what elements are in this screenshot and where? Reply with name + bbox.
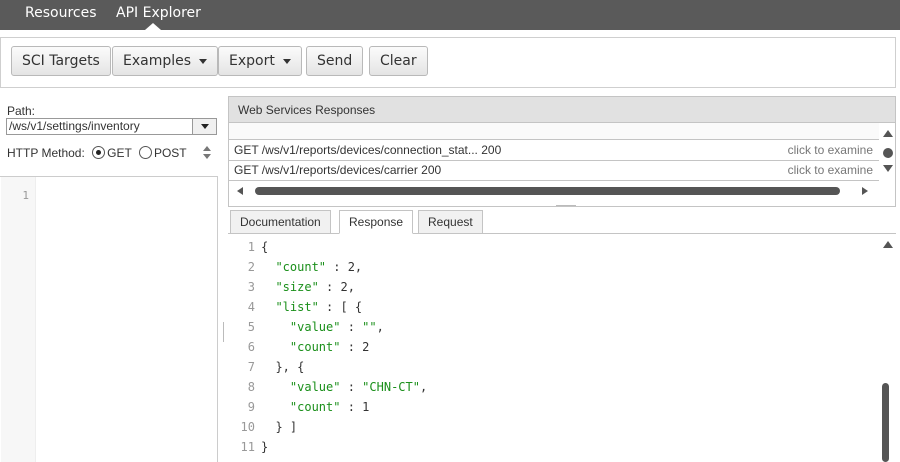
send-label: Send <box>317 53 353 69</box>
code-line-number: 6 <box>247 340 255 354</box>
sci-targets-button[interactable]: SCI Targets <box>11 46 111 76</box>
active-tab-indicator <box>145 23 161 30</box>
scroll-down-icon[interactable] <box>883 165 893 172</box>
export-label: Export <box>229 53 275 69</box>
code-line: 2 "count" : 2, <box>228 257 362 277</box>
request-editor[interactable]: 1 <box>0 176 218 462</box>
scroll-right-icon[interactable] <box>862 187 868 195</box>
response-row-text: GET /ws/v1/reports/devices/carrier 200 <box>234 163 442 177</box>
http-method-row: HTTP Method: GET POST <box>7 146 187 160</box>
click-to-examine-link[interactable]: click to examine <box>788 161 873 180</box>
responses-list-spacer <box>229 123 879 140</box>
code-line-text: "size" : 2, <box>275 280 355 294</box>
chevron-down-icon <box>282 58 291 64</box>
radio-get[interactable] <box>92 146 106 159</box>
code-line-text: "list" : [ { <box>275 300 363 314</box>
tab-documentation[interactable]: Documentation <box>230 210 331 234</box>
code-line-number: 10 <box>240 420 255 434</box>
scroll-up-icon[interactable] <box>883 241 893 248</box>
editor-gutter: 1 <box>1 177 36 462</box>
scroll-thumb[interactable] <box>255 187 840 195</box>
response-row-text: GET /ws/v1/reports/devices/connection_st… <box>234 143 502 157</box>
dropdown-arrow-icon[interactable] <box>192 119 216 134</box>
code-line-text: "count" : 2 <box>289 340 370 354</box>
code-line-number: 5 <box>247 320 255 334</box>
code-line-text: } ] <box>261 420 298 434</box>
responses-horizontal-scrollbar[interactable] <box>229 184 879 198</box>
examples-label: Examples <box>123 53 192 69</box>
send-button[interactable]: Send <box>306 46 364 76</box>
code-line-number: 11 <box>240 440 255 454</box>
code-line-text: "count" : 2, <box>275 260 363 274</box>
vertical-resize-handle[interactable] <box>556 205 576 206</box>
path-select[interactable]: /ws/v1/settings/inventory <box>6 118 217 135</box>
tab-request[interactable]: Request <box>418 210 483 234</box>
export-dropdown-button[interactable]: Export <box>218 46 302 76</box>
code-line-text: "count" : 1 <box>289 400 370 414</box>
code-line-text: } <box>261 440 269 454</box>
radio-get-label: GET <box>107 146 132 160</box>
responses-vertical-scrollbar[interactable] <box>880 123 895 184</box>
code-line: 1{ <box>228 237 268 257</box>
radio-post-label: POST <box>153 146 187 160</box>
clear-button[interactable]: Clear <box>369 46 428 76</box>
code-scrollbar-thumb[interactable] <box>882 383 889 462</box>
code-line-text: "value" : "CHN-CT", <box>289 380 428 394</box>
sci-targets-label: SCI Targets <box>22 53 100 69</box>
editor-line-number: 1 <box>22 189 29 202</box>
panel-splitter[interactable] <box>223 322 224 342</box>
code-line-number: 4 <box>247 300 255 314</box>
examples-dropdown-button[interactable]: Examples <box>112 46 219 76</box>
code-line: 11} <box>228 437 269 457</box>
code-line-number: 3 <box>247 280 255 294</box>
scroll-up-icon[interactable] <box>883 130 893 137</box>
code-line: 10 } ] <box>228 417 298 437</box>
code-line-text: { <box>261 240 269 254</box>
responses-panel: Web Services Responses GET /ws/v1/report… <box>228 96 896 207</box>
clear-label: Clear <box>380 53 417 69</box>
response-row[interactable]: GET /ws/v1/reports/devices/connection_st… <box>229 141 879 161</box>
code-line: 5 "value" : "", <box>228 317 384 337</box>
http-method-label: HTTP Method: <box>7 146 85 160</box>
nav-tab-resources[interactable]: Resources <box>25 0 97 30</box>
code-line: 8 "value" : "CHN-CT", <box>228 377 427 397</box>
click-to-examine-link[interactable]: click to examine <box>788 141 873 160</box>
code-line-number: 7 <box>247 360 255 374</box>
path-label: Path: <box>7 104 36 118</box>
code-line: 9 "count" : 1 <box>228 397 370 417</box>
code-line-number: 9 <box>247 400 255 414</box>
chevron-down-icon <box>199 58 208 64</box>
toolbar: SCI Targets Examples Export Send Clear <box>0 37 896 88</box>
code-line: 3 "size" : 2, <box>228 277 355 297</box>
scroll-thumb[interactable] <box>883 148 893 158</box>
radio-post[interactable] <box>138 146 152 159</box>
top-nav-bar: Resources API Explorer <box>0 0 900 30</box>
code-line-text: }, { <box>261 360 305 374</box>
method-scroll-arrows-icon[interactable] <box>202 146 212 160</box>
response-row[interactable]: GET /ws/v1/reports/devices/carrier 200 c… <box>229 161 879 181</box>
code-line-number: 1 <box>247 240 255 254</box>
scroll-left-icon[interactable] <box>237 187 243 195</box>
code-line: 4 "list" : [ { <box>228 297 362 317</box>
code-line-number: 8 <box>247 380 255 394</box>
code-line-number: 2 <box>247 260 255 274</box>
code-line: 6 "count" : 2 <box>228 337 370 357</box>
path-value: /ws/v1/settings/inventory <box>9 119 140 133</box>
code-line: 7 }, { <box>228 357 305 377</box>
responses-header: Web Services Responses <box>229 97 895 123</box>
code-line-text: "value" : "", <box>289 320 384 334</box>
tab-response[interactable]: Response <box>339 210 414 234</box>
response-code-view[interactable]: 1{2 "count" : 2, 3 "size" : 2, 4 "list" : … <box>228 236 896 462</box>
